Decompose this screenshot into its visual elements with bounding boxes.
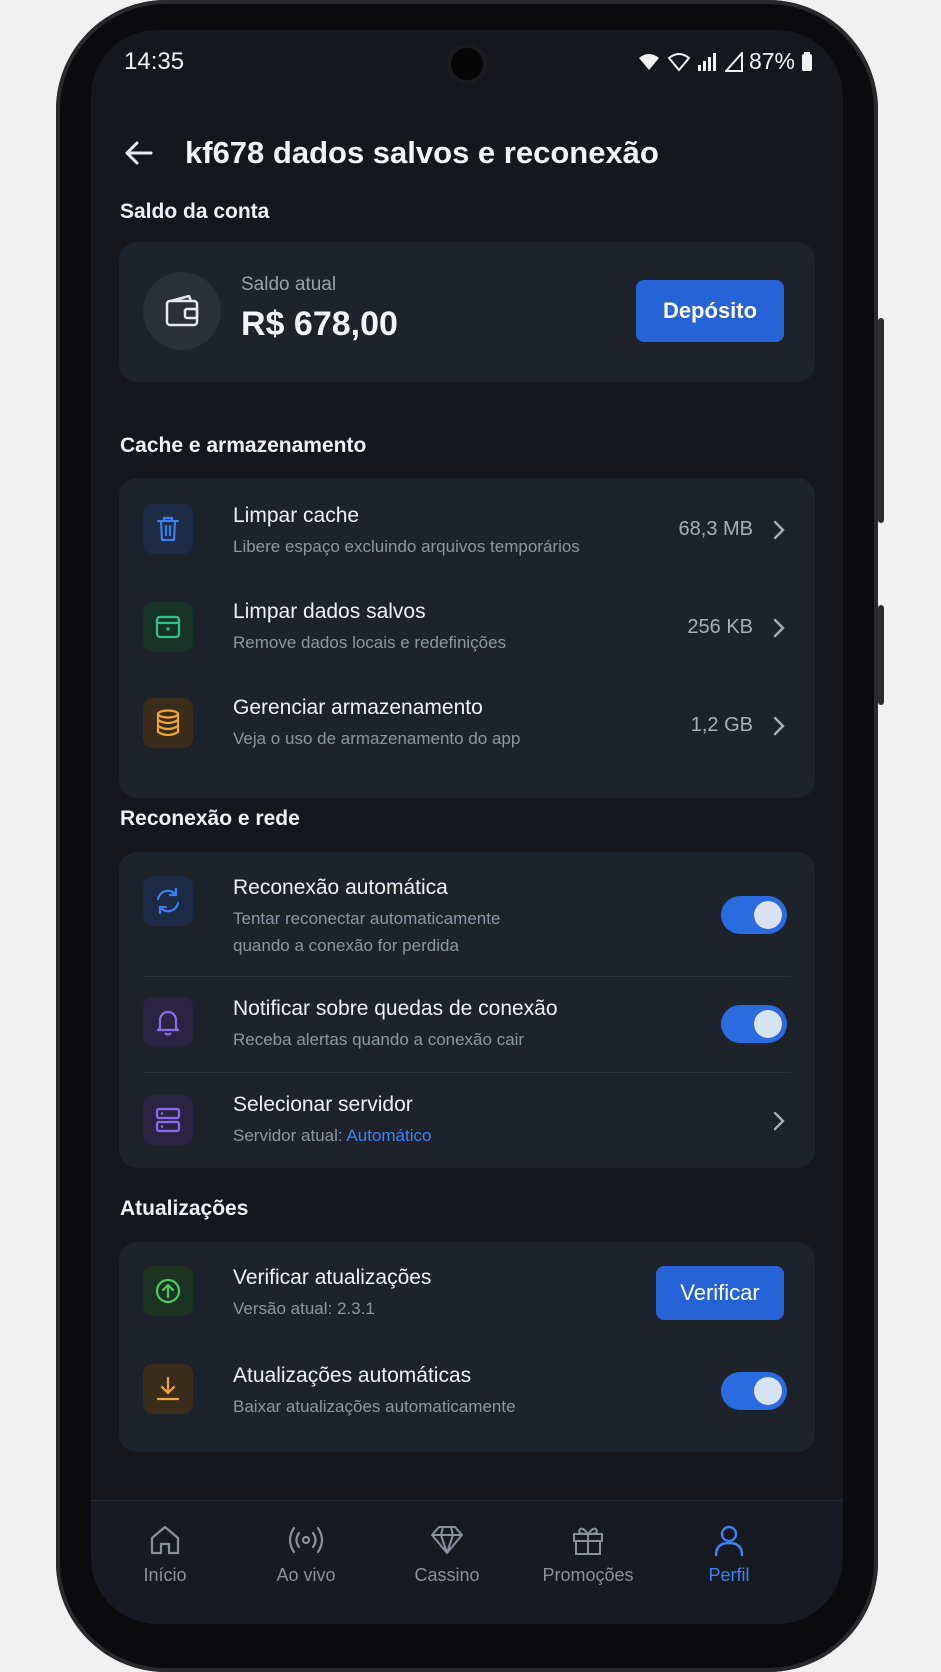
user-icon	[714, 1525, 744, 1557]
clear-data-title: Limpar dados salvos	[233, 600, 426, 623]
chevron-right-icon	[773, 520, 785, 540]
notify-drops-title: Notificar sobre quedas de conexão	[233, 997, 558, 1020]
wallet-icon-circle	[143, 272, 221, 350]
database-icon	[156, 709, 180, 737]
live-icon	[288, 1526, 324, 1554]
signal-2-icon	[724, 51, 743, 72]
wifi-icon	[638, 53, 659, 70]
server-icon-box	[143, 1095, 193, 1145]
wallet-icon	[165, 295, 199, 327]
balance-card: Saldo atual R$ 678,00 Depósito	[119, 242, 815, 382]
notify-drops-subtitle: Receba alertas quando a conexão cair	[233, 1030, 525, 1049]
clear-cache-subtitle: Libere espaço excluindo arquivos temporá…	[233, 537, 580, 556]
volume-button	[878, 318, 884, 523]
status-bar: 14:35 87%	[91, 30, 843, 100]
refresh-icon	[156, 887, 180, 915]
clear-data-subtitle: Remove dados locais e redefinições	[233, 633, 507, 652]
gift-icon	[573, 1527, 603, 1555]
updates-card: Verificar atualizações Versão atual: 2.3…	[119, 1242, 815, 1452]
auto-updates-row: Atualizações automáticas Baixar atualiza…	[119, 1342, 815, 1442]
section-title-network: Reconexão e rede	[120, 807, 300, 830]
manage-storage-title: Gerenciar armazenamento	[233, 696, 483, 719]
nav-label: Perfil	[708, 1565, 750, 1585]
nav-label: Início	[143, 1565, 187, 1585]
nav-item-promocoes[interactable]: Promoções	[513, 1523, 663, 1586]
app-header: kf678 dados salvos e reconexão	[91, 125, 843, 185]
front-camera	[447, 44, 487, 84]
arrow-up-circle-icon	[155, 1278, 181, 1304]
battery-percent: 87%	[748, 48, 795, 74]
auto-updates-title: Atualizações automáticas	[233, 1364, 472, 1387]
select-server-subtitle: Servidor atual: Automático	[233, 1121, 431, 1150]
section-title-cache: Cache e armazenamento	[120, 434, 367, 457]
section-title-updates: Atualizações	[120, 1197, 249, 1220]
screen: 14:35 87% kf678 dados salvos e reconexão…	[91, 30, 843, 1624]
check-updates-row: Verificar atualizações Versão atual: 2.3…	[119, 1242, 815, 1342]
balance-amount: R$ 678,00	[241, 305, 398, 343]
auto-updates-subtitle: Baixar atualizações automaticamente	[233, 1397, 516, 1416]
trash-icon-box	[143, 504, 193, 554]
cache-card: Limpar cache Libere espaço excluindo arq…	[119, 478, 815, 798]
check-updates-button[interactable]: Verificar	[656, 1266, 784, 1320]
manage-storage-subtitle: Veja o uso de armazenamento do app	[233, 729, 521, 748]
download-icon	[156, 1376, 180, 1401]
select-server-row[interactable]: Selecionar servidor Servidor atual: Auto…	[119, 1073, 815, 1168]
diamond-icon	[431, 1526, 463, 1554]
balance-label: Saldo atual	[241, 274, 337, 295]
deposit-button[interactable]: Depósito	[636, 280, 784, 342]
status-time: 14:35	[124, 48, 185, 75]
auto-reconnect-row: Reconexão automática Tentar reconectar a…	[119, 852, 815, 976]
trash-icon	[156, 516, 180, 542]
auto-reconnect-toggle[interactable]	[721, 896, 787, 934]
power-button	[878, 605, 884, 705]
server-icon	[155, 1107, 181, 1133]
chevron-right-icon	[773, 618, 785, 638]
battery-icon	[802, 51, 812, 71]
check-updates-title: Verificar atualizações	[233, 1266, 432, 1289]
bottom-navigation: Início Ao vivo Cassino Promoções Perfil	[91, 1500, 843, 1624]
clear-cache-title: Limpar cache	[233, 504, 360, 527]
box-icon	[155, 615, 181, 639]
chevron-right-icon	[773, 1111, 785, 1131]
back-arrow-icon[interactable]	[121, 135, 157, 171]
box-icon-box	[143, 602, 193, 652]
clear-cache-row[interactable]: Limpar cache Libere espaço excluindo arq…	[119, 478, 815, 580]
bell-icon-box	[143, 997, 193, 1047]
refresh-icon-box	[143, 876, 193, 926]
select-server-title: Selecionar servidor	[233, 1093, 413, 1116]
auto-reconnect-title: Reconexão automática	[233, 876, 448, 899]
auto-reconnect-subtitle-1: Tentar reconectar automaticamente	[233, 909, 501, 928]
chevron-right-icon	[773, 716, 785, 736]
auto-updates-toggle[interactable]	[721, 1372, 787, 1410]
clear-data-size: 256 KB	[687, 616, 753, 638]
auto-reconnect-subtitle-2: quando a conexão for perdida	[233, 936, 459, 955]
notify-drops-toggle[interactable]	[721, 1005, 787, 1043]
nav-item-inicio[interactable]: Início	[91, 1523, 240, 1586]
page-title: kf678 dados salvos e reconexão	[185, 135, 659, 170]
clear-cache-size: 68,3 MB	[678, 518, 753, 540]
home-icon	[150, 1525, 180, 1555]
manage-storage-row[interactable]: Gerenciar armazenamento Veja o uso de ar…	[119, 682, 815, 786]
check-updates-subtitle: Versão atual: 2.3.1	[233, 1299, 375, 1318]
section-title-balance: Saldo da conta	[120, 200, 270, 223]
nav-label: Ao vivo	[276, 1565, 336, 1585]
nav-label: Promoções	[542, 1565, 634, 1585]
manage-storage-size: 1,2 GB	[690, 714, 753, 736]
notify-drops-row: Notificar sobre quedas de conexão Receba…	[119, 977, 815, 1072]
nav-item-cassino[interactable]: Cassino	[372, 1523, 522, 1586]
server-current[interactable]: Automático	[346, 1126, 431, 1145]
signal-icon	[697, 52, 716, 71]
clear-data-row[interactable]: Limpar dados salvos Remove dados locais …	[119, 580, 815, 682]
bell-icon	[156, 1010, 180, 1036]
database-icon-box	[143, 698, 193, 748]
download-icon-box	[143, 1364, 193, 1414]
nav-item-perfil[interactable]: Perfil	[654, 1523, 804, 1586]
server-prefix: Servidor atual:	[233, 1126, 343, 1145]
wifi-calling-icon	[667, 52, 691, 72]
network-card: Reconexão automática Tentar reconectar a…	[119, 852, 815, 1168]
status-icons: 87%	[637, 48, 813, 75]
nav-label: Cassino	[414, 1565, 480, 1585]
upload-icon-box	[143, 1266, 193, 1316]
nav-item-ao-vivo[interactable]: Ao vivo	[231, 1523, 381, 1586]
